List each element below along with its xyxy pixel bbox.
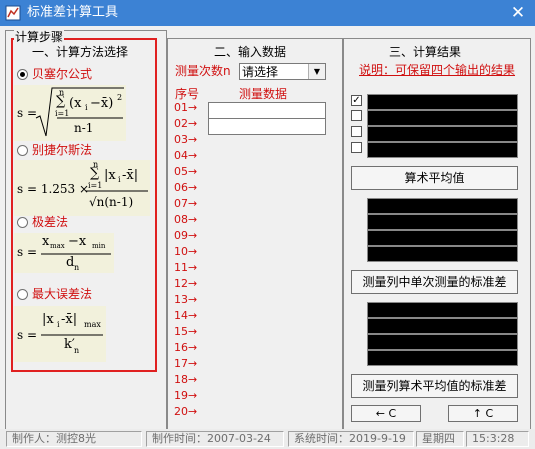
- status-time: 15:3:28: [466, 431, 529, 447]
- output-keep-1: [367, 94, 518, 110]
- row-number: 12→: [174, 277, 198, 290]
- keep-checkbox-1[interactable]: ✓: [351, 95, 362, 106]
- result-note: 说明：可保留四个输出的结果: [359, 63, 516, 77]
- formula-bessel: s = n ∑ i=1 (x i −x̄) 2 n-1: [14, 85, 126, 141]
- clear-up-button[interactable]: ↑ C: [448, 405, 518, 422]
- output-single-2: [367, 318, 518, 334]
- method-section-title: 一、计算方法选择: [32, 45, 129, 59]
- output-keep-4: [367, 142, 518, 158]
- output-mean-1: [367, 198, 518, 214]
- output-keep-3: [367, 126, 518, 142]
- fraction-bar: [41, 253, 111, 255]
- output-keep-2: [367, 110, 518, 126]
- row-number: 11→: [174, 261, 198, 274]
- sum-icon: ∑: [90, 166, 100, 181]
- keep-checkbox-3[interactable]: [351, 126, 362, 137]
- count-label: 测量次数n: [175, 64, 231, 78]
- row-number: 15→: [174, 325, 198, 338]
- output-mean-4: [367, 246, 518, 262]
- method-label-range[interactable]: 极差法: [32, 215, 68, 229]
- method-label-maxerr[interactable]: 最大误差法: [32, 287, 92, 301]
- keep-checkbox-2[interactable]: [351, 110, 362, 121]
- window-title: 标准差计算工具: [27, 5, 119, 20]
- mean-button[interactable]: 算术平均值: [351, 166, 518, 190]
- formula-range: s = x max −x min d n: [14, 233, 114, 273]
- status-author: 制作人：测控8光: [6, 431, 142, 447]
- clear-left-button[interactable]: ← C: [351, 405, 421, 422]
- formula-peters: s = 1.253 × n ∑ i=1 |x i -x̄| √n(n-1): [14, 160, 150, 216]
- row-number: 05→: [174, 165, 198, 178]
- close-button[interactable]: ✕: [506, 2, 530, 24]
- output-single-1: [367, 302, 518, 318]
- row-number: 03→: [174, 133, 198, 146]
- row-number: 16→: [174, 341, 198, 354]
- row-number: 04→: [174, 149, 198, 162]
- radio-peters[interactable]: [17, 145, 28, 156]
- row-number: 01→: [174, 101, 198, 114]
- row-number: 09→: [174, 229, 198, 242]
- fraction-bar: [41, 334, 103, 336]
- output-single-4: [367, 350, 518, 366]
- row-number: 13→: [174, 293, 198, 306]
- input-section-title: 二、输入数据: [214, 45, 287, 59]
- row-number: 02→: [174, 117, 198, 130]
- method-label-peters[interactable]: 别捷尔斯法: [32, 143, 92, 157]
- result-section-title: 三、计算结果: [389, 45, 462, 59]
- output-mean-2: [367, 214, 518, 230]
- steps-legend: 计算步骤: [14, 30, 65, 44]
- method-label-bessel[interactable]: 贝塞尔公式: [32, 67, 92, 81]
- radio-bessel[interactable]: [17, 69, 28, 80]
- sum-icon: ∑: [56, 94, 66, 109]
- row-number: 14→: [174, 309, 198, 322]
- row-number: 18→: [174, 373, 198, 386]
- data-input-01[interactable]: [208, 102, 326, 119]
- data-label: 测量数据: [239, 87, 288, 101]
- row-number: 20→: [174, 405, 198, 418]
- fraction-bar: [86, 190, 148, 192]
- mean-std-button[interactable]: 测量列算术平均值的标准差: [351, 374, 518, 398]
- radio-maxerr[interactable]: [17, 289, 28, 300]
- formula-maxerr: s = |x i -x̄| max k′ n: [14, 306, 106, 362]
- status-weekday: 星期四: [416, 431, 464, 447]
- count-select[interactable]: 请选择 ▼: [239, 63, 326, 80]
- app-icon: [5, 5, 21, 21]
- seq-label: 序号: [175, 87, 200, 101]
- data-input-02[interactable]: [208, 118, 326, 135]
- row-number: 17→: [174, 357, 198, 370]
- row-number: 08→: [174, 213, 198, 226]
- count-select-value: 请选择: [242, 65, 279, 79]
- row-number: 10→: [174, 245, 198, 258]
- status-sys: 系统时间：2019-9-19: [288, 431, 414, 447]
- output-mean-3: [367, 230, 518, 246]
- chevron-down-icon[interactable]: ▼: [308, 64, 325, 79]
- output-single-3: [367, 334, 518, 350]
- single-std-button[interactable]: 测量列中单次测量的标准差: [351, 270, 518, 294]
- status-made: 制作时间：2007-03-24: [146, 431, 284, 447]
- keep-checkbox-4[interactable]: [351, 142, 362, 153]
- row-number: 07→: [174, 197, 198, 210]
- row-number: 06→: [174, 181, 198, 194]
- radio-range[interactable]: [17, 217, 28, 228]
- row-number: 19→: [174, 389, 198, 402]
